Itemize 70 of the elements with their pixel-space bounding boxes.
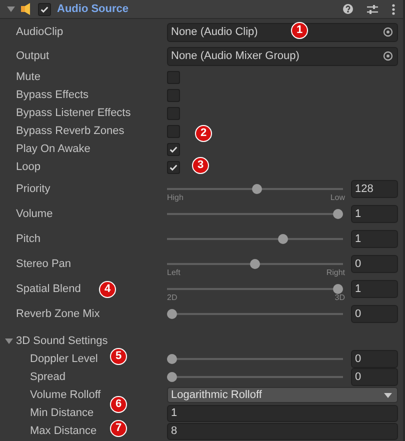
component-header[interactable]: Audio Source bbox=[0, 0, 403, 19]
number-field[interactable]: 0 bbox=[351, 305, 398, 323]
help-icon[interactable] bbox=[343, 4, 353, 14]
foldout-arrow-icon[interactable] bbox=[7, 5, 15, 13]
caret-icon bbox=[384, 392, 392, 398]
object-field[interactable]: None (Audio Mixer Group) bbox=[167, 46, 398, 66]
number-field[interactable]: 1 bbox=[351, 205, 398, 223]
number-field[interactable]: 128 bbox=[351, 180, 398, 198]
callout-badge: 3 bbox=[192, 157, 209, 174]
slider-max-label: Right bbox=[326, 268, 345, 277]
slider-min-label: 2D bbox=[167, 293, 178, 302]
slider-min-label: High bbox=[167, 193, 184, 202]
property-label: Pitch bbox=[15, 232, 40, 247]
property-label: Output bbox=[15, 48, 50, 64]
property-label: Mute bbox=[15, 70, 40, 85]
property-label: Spatial Blend bbox=[15, 282, 81, 297]
slider-thumb[interactable] bbox=[167, 354, 177, 364]
number-field[interactable]: 0 bbox=[351, 255, 398, 273]
property-label: Priority bbox=[15, 182, 50, 197]
property-label: Reverb Zone Mix bbox=[15, 306, 100, 322]
component-title: Audio Source bbox=[57, 2, 130, 17]
callout-badge: 4 bbox=[99, 281, 116, 298]
property-label: Doppler Level bbox=[29, 352, 98, 367]
checkbox[interactable] bbox=[167, 88, 180, 102]
slider-max-label: Low bbox=[330, 193, 345, 202]
property-label: Spread bbox=[29, 370, 66, 385]
slider-thumb[interactable] bbox=[167, 309, 177, 319]
number-field[interactable]: 1 bbox=[351, 280, 398, 298]
property-label: Bypass Listener Effects bbox=[15, 106, 131, 121]
slider-thumb[interactable] bbox=[333, 209, 343, 219]
slider-thumb[interactable] bbox=[333, 284, 343, 294]
checkbox[interactable] bbox=[167, 70, 180, 84]
slider-thumb[interactable] bbox=[250, 259, 260, 269]
slider-thumb[interactable] bbox=[278, 234, 288, 244]
settings-icon[interactable] bbox=[367, 4, 378, 14]
slider-min-label: Left bbox=[167, 268, 180, 277]
number-field[interactable]: 0 bbox=[351, 368, 398, 386]
callout-badge: 7 bbox=[110, 420, 127, 437]
property-label: Bypass Effects bbox=[15, 88, 89, 103]
number-field[interactable]: 8 bbox=[167, 422, 398, 440]
speaker-icon bbox=[21, 3, 32, 15]
checkbox[interactable] bbox=[167, 142, 180, 156]
slider-thumb[interactable] bbox=[252, 184, 262, 194]
checkbox[interactable] bbox=[167, 106, 180, 120]
slider-thumb[interactable] bbox=[167, 372, 177, 382]
target-icon[interactable] bbox=[383, 51, 393, 61]
slider-max-label: 3D bbox=[334, 293, 345, 302]
callout-badge: 2 bbox=[195, 125, 212, 142]
number-field[interactable]: 0 bbox=[351, 350, 398, 368]
callout-badge: 6 bbox=[110, 396, 127, 413]
property-label: Loop bbox=[15, 160, 40, 175]
callout-badge: 5 bbox=[110, 348, 127, 365]
target-icon[interactable] bbox=[383, 27, 393, 37]
foldout-arrow-icon[interactable] bbox=[5, 337, 13, 345]
property-label: AudioClip bbox=[15, 24, 64, 40]
property-label: Volume Rolloff bbox=[29, 388, 101, 403]
section-foldout[interactable]: 3D Sound Settings bbox=[0, 332, 403, 350]
number-field[interactable]: 1 bbox=[351, 230, 398, 248]
property-label: Volume bbox=[15, 206, 53, 222]
enabled-checkbox[interactable] bbox=[38, 2, 51, 16]
property-label: Bypass Reverb Zones bbox=[15, 124, 124, 139]
property-label: Stereo Pan bbox=[15, 256, 72, 272]
property-label: Play On Awake bbox=[15, 142, 90, 157]
rolloff-dropdown[interactable]: Logarithmic Rolloff bbox=[167, 387, 398, 403]
checkbox[interactable] bbox=[167, 160, 180, 174]
property-label: Min Distance bbox=[29, 406, 94, 421]
more-icon[interactable] bbox=[392, 4, 395, 14]
checkbox[interactable] bbox=[167, 124, 180, 138]
property-label: Max Distance bbox=[29, 424, 97, 439]
number-field[interactable]: 1 bbox=[167, 404, 398, 422]
